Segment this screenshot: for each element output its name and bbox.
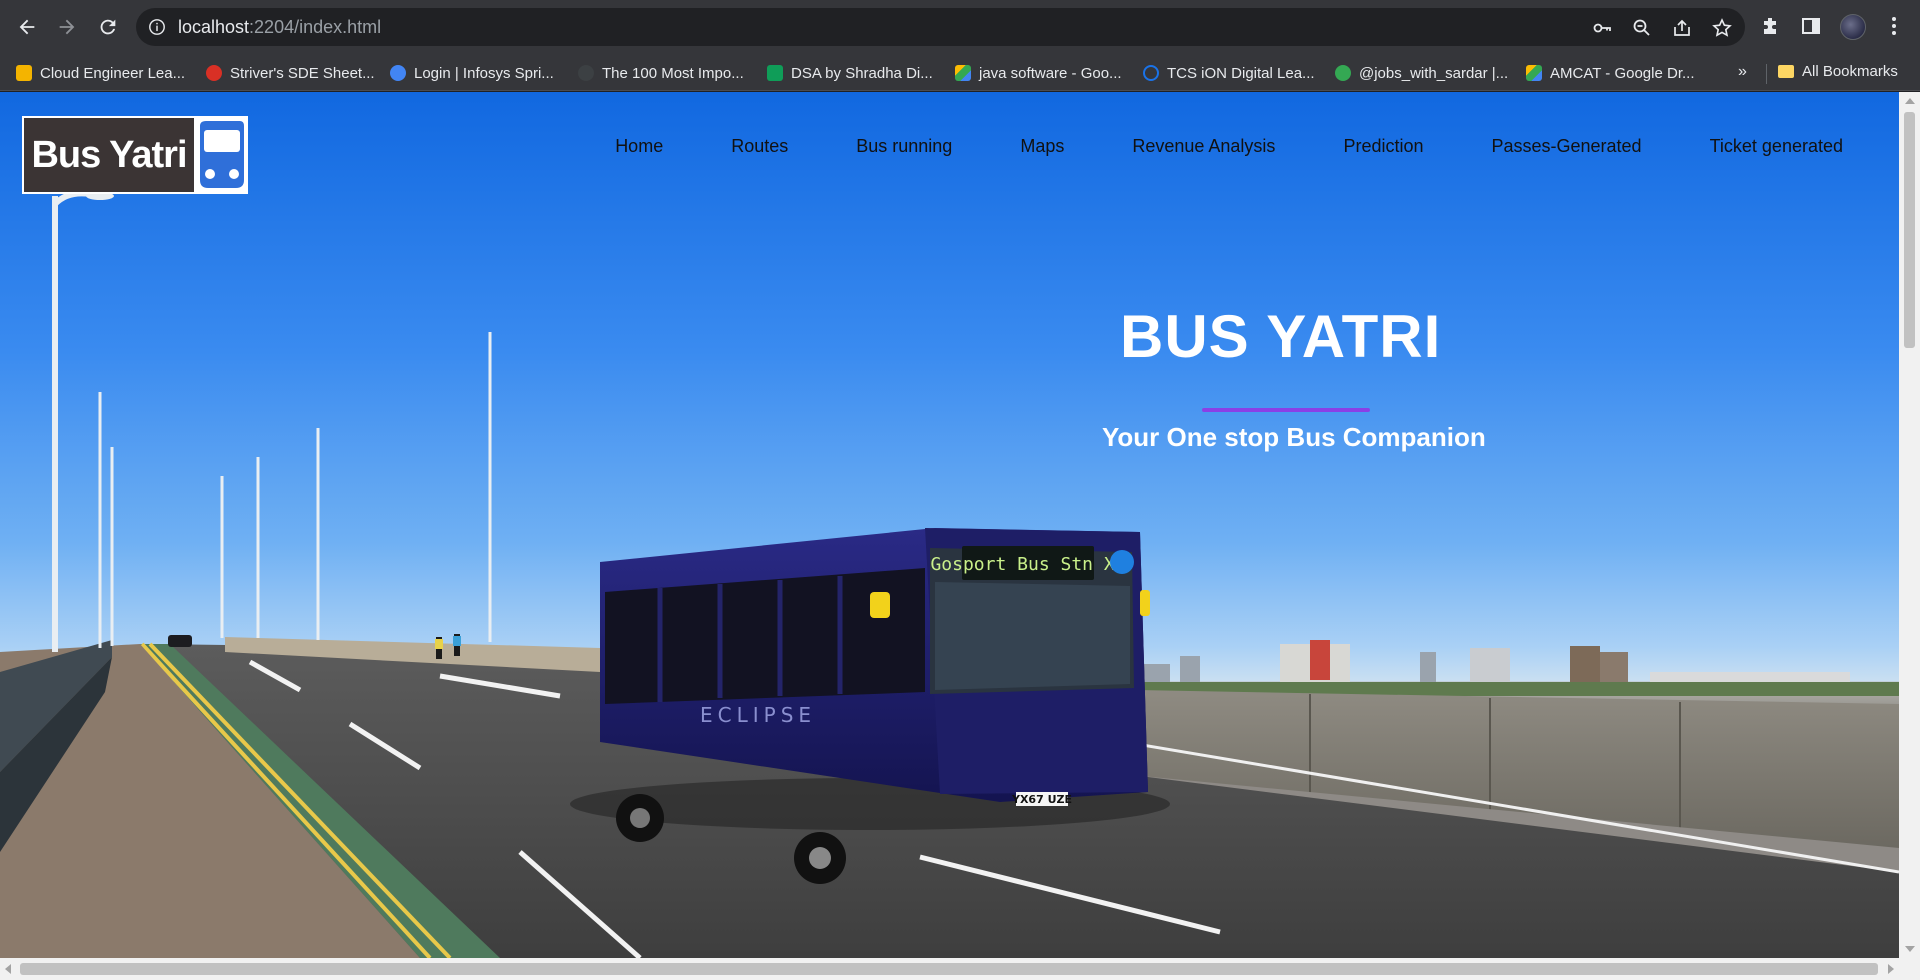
bookmark-item[interactable]: java software - Goo... bbox=[955, 63, 1122, 83]
hero-subtitle: Your One stop Bus Companion bbox=[1102, 422, 1486, 452]
horizontal-scrollbar[interactable] bbox=[0, 958, 1920, 980]
extensions-icon[interactable] bbox=[1760, 15, 1782, 37]
url-text[interactable]: localhost:2204/index.html bbox=[178, 17, 381, 38]
bookmark-label: DSA by Shradha Di... bbox=[791, 64, 933, 82]
hero-background-image: Gosport Bus Stn X5 ECLIPSE YX67 UZE bbox=[0, 190, 1899, 958]
bookmarks-bar: Cloud Engineer Lea... Striver's SDE Shee… bbox=[0, 55, 1920, 91]
bus-destination-sign: Gosport Bus Stn X5 bbox=[930, 554, 1125, 575]
all-bookmarks-button[interactable]: All Bookmarks bbox=[1778, 63, 1898, 80]
bookmark-favicon bbox=[767, 65, 783, 81]
bookmark-favicon bbox=[1526, 65, 1542, 81]
scroll-down-arrow-icon[interactable] bbox=[1905, 946, 1915, 952]
reload-button[interactable] bbox=[93, 12, 123, 42]
scroll-up-arrow-icon[interactable] bbox=[1905, 98, 1915, 104]
menu-dots-icon[interactable] bbox=[1883, 15, 1905, 37]
bookmark-item[interactable]: AMCAT - Google Dr... bbox=[1526, 63, 1695, 83]
bookmark-label: Cloud Engineer Lea... bbox=[40, 64, 186, 82]
address-bar[interactable]: localhost:2204/index.html bbox=[136, 8, 1745, 46]
bookmark-favicon bbox=[16, 65, 32, 81]
nav-routes[interactable]: Routes bbox=[697, 136, 822, 157]
scroll-left-arrow-icon[interactable] bbox=[5, 964, 11, 974]
bookmark-favicon bbox=[1335, 65, 1351, 81]
reload-icon bbox=[100, 19, 116, 35]
bookmark-label: TCS iON Digital Lea... bbox=[1167, 64, 1315, 82]
bus-logo-icon bbox=[194, 118, 246, 192]
nav-revenue-analysis[interactable]: Revenue Analysis bbox=[1098, 136, 1309, 157]
url-host: localhost bbox=[178, 17, 250, 37]
scrollbar-thumb[interactable] bbox=[1904, 112, 1915, 348]
page-viewport: Gosport Bus Stn X5 ECLIPSE YX67 UZE Bus … bbox=[0, 92, 1899, 958]
bookmark-item[interactable]: The 100 Most Impo... bbox=[578, 63, 744, 83]
arrow-right-icon bbox=[59, 19, 75, 35]
bus-number-plate: YX67 UZE bbox=[1011, 793, 1072, 806]
scroll-right-arrow-icon[interactable] bbox=[1888, 964, 1894, 974]
arrow-left-icon bbox=[19, 19, 35, 35]
bookmark-label: @jobs_with_sardar |... bbox=[1359, 64, 1509, 82]
bookmark-item[interactable]: DSA by Shradha Di... bbox=[767, 63, 933, 83]
nav-prediction[interactable]: Prediction bbox=[1309, 136, 1457, 157]
vertical-scrollbar[interactable] bbox=[1899, 92, 1920, 958]
side-panel-icon[interactable] bbox=[1800, 15, 1822, 37]
bookmark-favicon bbox=[1143, 65, 1159, 81]
browser-toolbar: localhost:2204/index.html bbox=[0, 0, 1920, 55]
bookmark-label: java software - Goo... bbox=[979, 64, 1122, 82]
hero-divider bbox=[1202, 408, 1370, 412]
bookmark-favicon bbox=[206, 65, 222, 81]
bookmarks-overflow-button[interactable]: » bbox=[1738, 63, 1747, 81]
folder-icon bbox=[1778, 65, 1794, 78]
nav-home[interactable]: Home bbox=[581, 136, 697, 157]
all-bookmarks-label: All Bookmarks bbox=[1802, 63, 1898, 80]
bookmark-label: Striver's SDE Sheet... bbox=[230, 64, 375, 82]
bookmark-favicon bbox=[578, 65, 594, 81]
logo-text: Bus Yatri bbox=[24, 118, 194, 192]
back-button[interactable] bbox=[12, 12, 42, 42]
bookmark-label: The 100 Most Impo... bbox=[602, 64, 744, 82]
bookmark-item[interactable]: Striver's SDE Sheet... bbox=[206, 63, 375, 83]
bookmark-label: Login | Infosys Spri... bbox=[414, 64, 554, 82]
bookmark-label: AMCAT - Google Dr... bbox=[1550, 64, 1695, 82]
nav-passes-generated[interactable]: Passes-Generated bbox=[1457, 136, 1675, 157]
scrollbar-thumb[interactable] bbox=[20, 963, 1878, 975]
site-logo[interactable]: Bus Yatri bbox=[22, 116, 248, 194]
bookmark-item[interactable]: Cloud Engineer Lea... bbox=[16, 63, 185, 83]
bookmark-favicon bbox=[955, 65, 971, 81]
bookmark-item[interactable]: Login | Infosys Spri... bbox=[390, 63, 554, 83]
nav-bus-running[interactable]: Bus running bbox=[822, 136, 986, 157]
nav-ticket-generated[interactable]: Ticket generated bbox=[1676, 136, 1843, 157]
forward-button[interactable] bbox=[52, 12, 82, 42]
profile-avatar[interactable] bbox=[1840, 14, 1866, 40]
key-icon[interactable] bbox=[1592, 18, 1612, 38]
bookmark-item[interactable]: @jobs_with_sardar |... bbox=[1335, 63, 1508, 83]
url-path: :2204/index.html bbox=[249, 17, 382, 37]
star-icon[interactable] bbox=[1712, 18, 1732, 38]
zoom-out-icon[interactable] bbox=[1632, 18, 1652, 38]
hero-title: BUS YATRI bbox=[1120, 303, 1442, 370]
bookmark-item[interactable]: TCS iON Digital Lea... bbox=[1143, 63, 1315, 83]
divider bbox=[1766, 64, 1767, 84]
bus-brand-side: ECLIPSE bbox=[700, 703, 816, 727]
share-icon[interactable] bbox=[1672, 18, 1692, 38]
info-icon[interactable] bbox=[148, 18, 166, 36]
main-nav: Home Routes Bus running Maps Revenue Ana… bbox=[581, 136, 1843, 157]
nav-maps[interactable]: Maps bbox=[986, 136, 1098, 157]
bookmark-favicon bbox=[390, 65, 406, 81]
